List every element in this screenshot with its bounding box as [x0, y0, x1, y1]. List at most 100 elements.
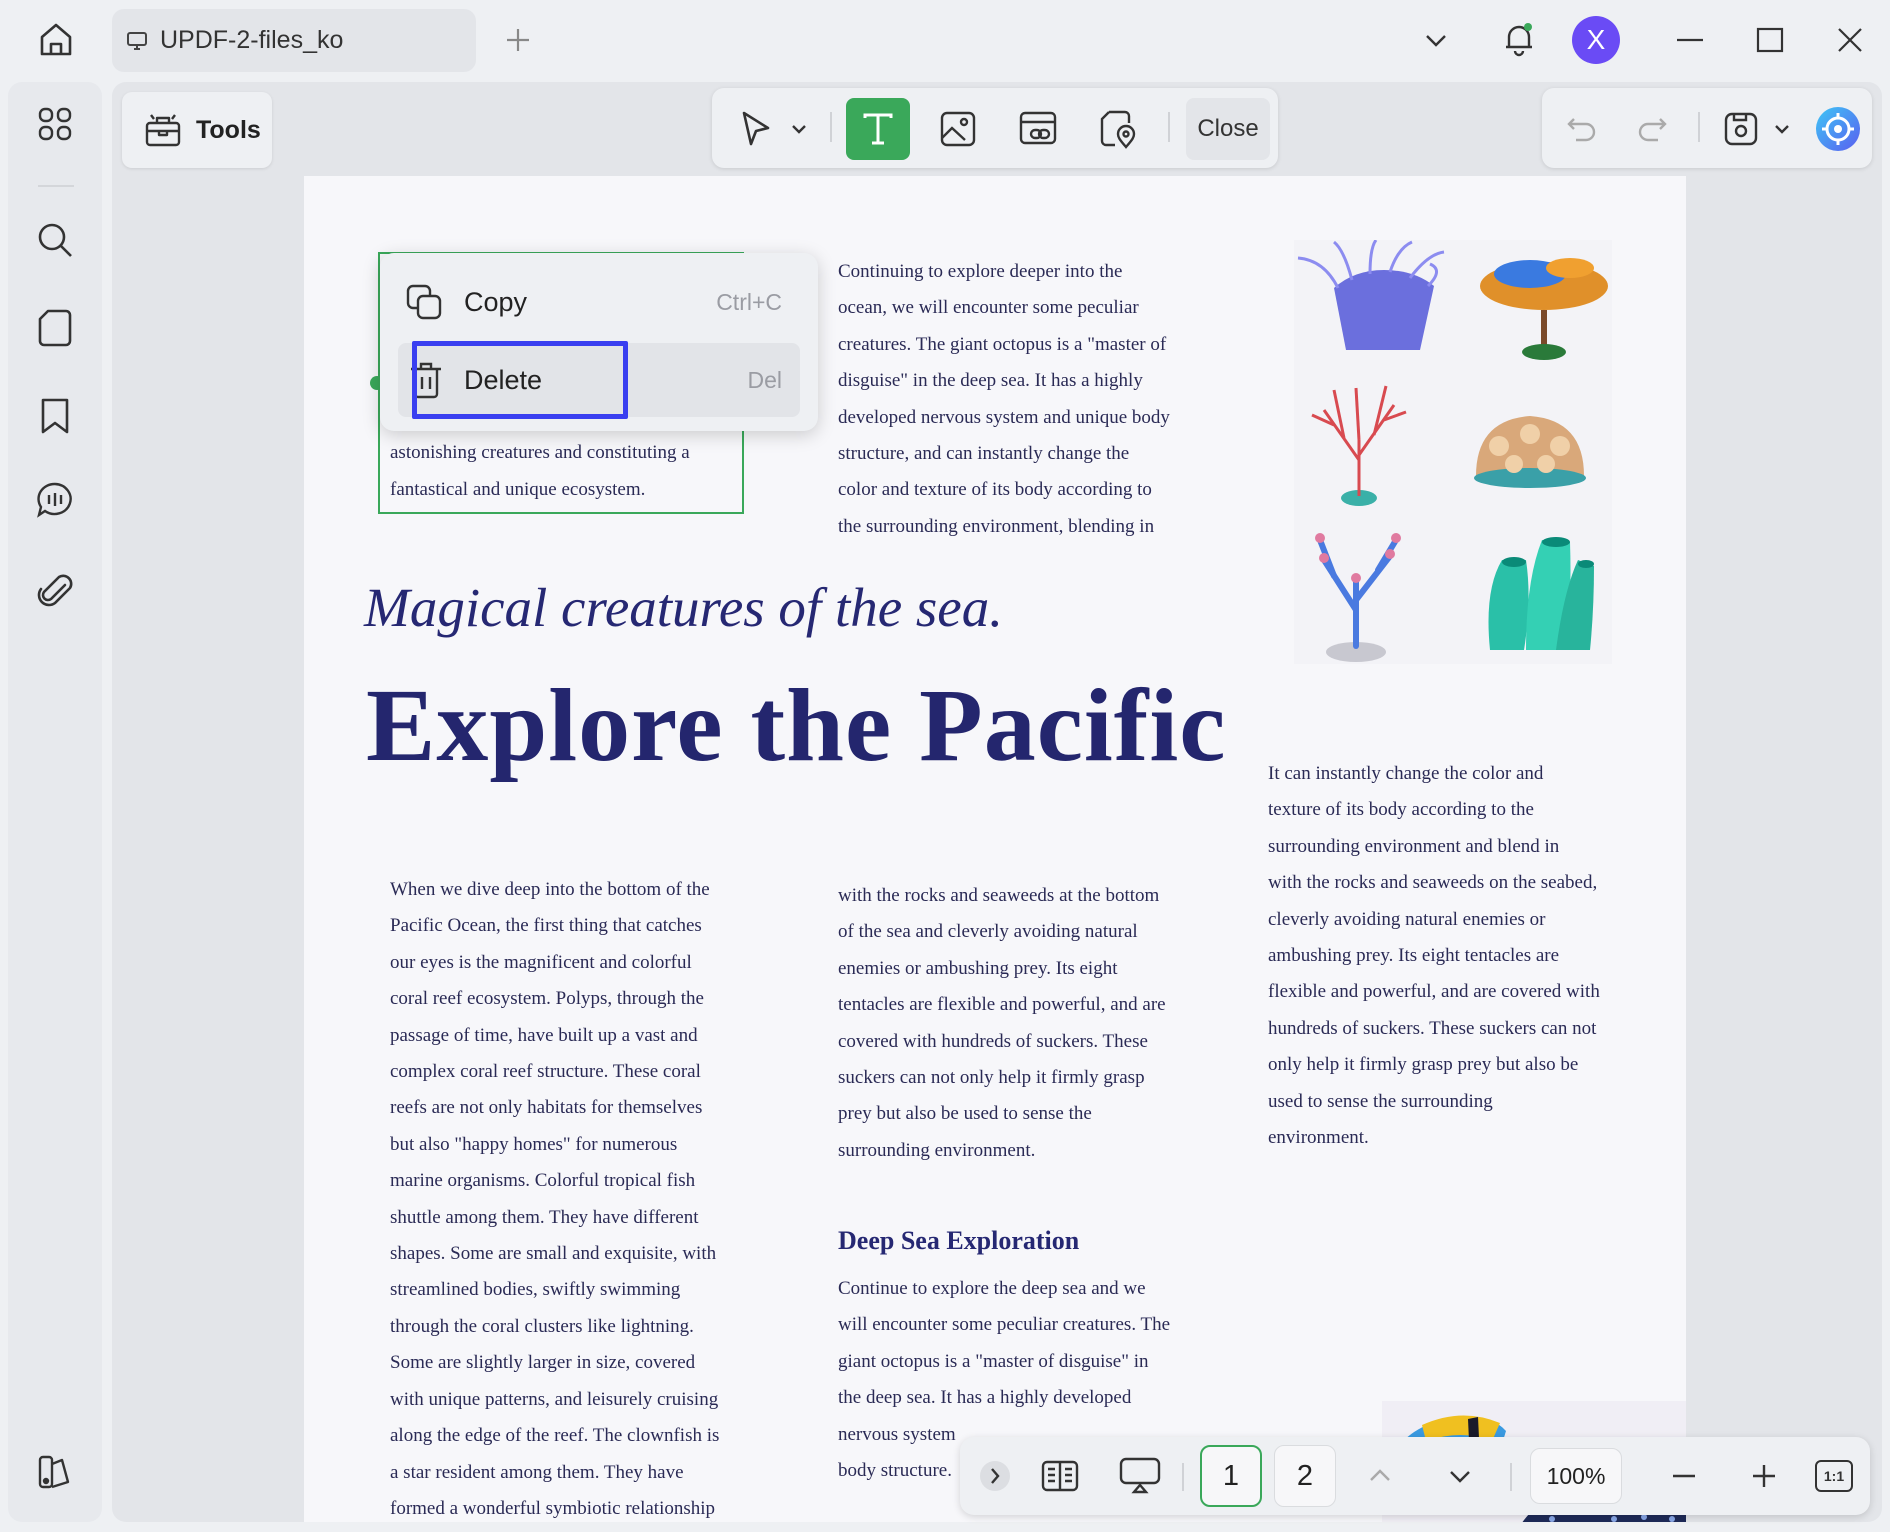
- text-line: It can instantly change the color and: [1268, 763, 1544, 784]
- previous-page-button[interactable]: [1356, 1445, 1404, 1507]
- themes-button[interactable]: [35, 1452, 75, 1492]
- chevron-down-icon: [1775, 125, 1789, 134]
- maximize-button[interactable]: [1750, 20, 1790, 60]
- edit-toolbar: Close: [712, 88, 1278, 168]
- image-tool-button[interactable]: [926, 98, 990, 160]
- redo-button[interactable]: [1622, 98, 1682, 160]
- tools-button[interactable]: Tools: [122, 92, 272, 168]
- save-button[interactable]: [1712, 98, 1802, 160]
- tabs-dropdown-button[interactable]: [1418, 20, 1454, 60]
- comment-icon: [37, 482, 72, 518]
- delete-shortcut: Del: [747, 366, 782, 393]
- headline[interactable]: Explore the Pacific: [366, 666, 1226, 785]
- copy-label: Copy: [464, 286, 528, 317]
- text-line: suckers can not only help it firmly gras…: [838, 1067, 1145, 1089]
- main-area: Tools Close astonishing creatures and co…: [112, 82, 1882, 1522]
- text-line: cleverly avoiding natural enemies or: [1268, 908, 1546, 930]
- actual-size-icon: 1:1: [1815, 1460, 1853, 1492]
- text-line: marine organisms. Colorful tropical fish: [390, 1170, 696, 1192]
- sidebar-divider: [38, 185, 74, 187]
- palette-icon: [38, 1455, 70, 1489]
- actual-size-button[interactable]: 1:1: [1812, 1445, 1856, 1507]
- coral-illustrations: [1294, 240, 1612, 664]
- zoom-in-button[interactable]: [1740, 1445, 1788, 1507]
- paragraph-col2-mid[interactable]: with the rocks and seaweeds at the botto…: [838, 878, 1166, 1169]
- next-page-button[interactable]: [1436, 1445, 1484, 1507]
- text-line: complex coral reef structure. These cora…: [390, 1061, 701, 1083]
- plus-icon: [1753, 1465, 1775, 1487]
- copy-menu-item[interactable]: Copy Ctrl+C: [398, 265, 800, 339]
- zoom-out-button[interactable]: [1660, 1445, 1708, 1507]
- text-line: through the coral clusters like lightnin…: [390, 1315, 694, 1337]
- selected-text-line[interactable]: fantastical and unique ecosystem.: [390, 472, 645, 508]
- zoom-level[interactable]: 100%: [1530, 1448, 1622, 1504]
- right-toolbar: [1542, 88, 1872, 168]
- text-line: Continuing to explore deeper into the: [838, 261, 1123, 282]
- minimize-icon: [1677, 38, 1703, 42]
- save-icon: [1724, 112, 1758, 146]
- paperclip-icon: [37, 574, 73, 607]
- chevron-right-icon: [980, 1461, 1010, 1491]
- search-icon: [38, 223, 72, 257]
- paragraph-col2-top[interactable]: Continuing to explore deeper into the oc…: [838, 254, 1170, 545]
- select-tool-button[interactable]: [726, 98, 820, 160]
- minus-icon: [1673, 1474, 1695, 1478]
- text-line: prey but also be used to sense the: [838, 1103, 1092, 1125]
- link-icon: [1019, 111, 1057, 145]
- text-line: ambushing prey. Its eight tentacles are: [1268, 945, 1560, 967]
- page-icon: [38, 309, 72, 347]
- text-line: When we dive deep into the bottom of the: [390, 879, 710, 900]
- text-line: reefs are not only habitats for themselv…: [390, 1097, 703, 1119]
- notifications-button[interactable]: [1496, 16, 1542, 62]
- close-edit-button[interactable]: Close: [1186, 98, 1270, 160]
- home-button[interactable]: [32, 16, 80, 64]
- collapse-bar-button[interactable]: [978, 1445, 1012, 1507]
- page-navigation-bar: 1 2 100% 1:1: [960, 1437, 1870, 1515]
- text-line: coral reef ecosystem. Polyps, through th…: [390, 988, 704, 1010]
- undo-button[interactable]: [1552, 98, 1612, 160]
- bell-icon: [1506, 23, 1532, 57]
- text-line: Some are slightly larger in size, covere…: [390, 1352, 696, 1374]
- text-line: with unique patterns, and leisurely crui…: [390, 1388, 719, 1410]
- section-title[interactable]: Deep Sea Exploration: [838, 1226, 1079, 1256]
- new-tab-button[interactable]: [498, 20, 538, 60]
- pages-button[interactable]: [35, 308, 75, 348]
- text-line: formed a wonderful symbiotic relationshi…: [390, 1497, 716, 1519]
- bar-separator: [1510, 1463, 1512, 1491]
- bookmarks-button[interactable]: [35, 396, 75, 436]
- text-line: with the rocks and seaweeds on the seabe…: [1268, 872, 1598, 894]
- bar-separator: [1182, 1463, 1184, 1491]
- page-1-button[interactable]: 1: [1200, 1445, 1262, 1507]
- attachments-button[interactable]: [35, 570, 75, 610]
- text-line: only help it firmly grasp prey but also …: [1268, 1054, 1579, 1076]
- text-line: creatures. The giant octopus is a "maste…: [838, 333, 1167, 355]
- ai-assistant-button[interactable]: [1812, 98, 1864, 160]
- page-layout-button[interactable]: [1032, 1445, 1088, 1507]
- stamp-tool-button[interactable]: [1086, 98, 1150, 160]
- text-line: passage of time, have built up a vast an…: [390, 1024, 698, 1046]
- text-edit-tool-button[interactable]: [846, 98, 910, 160]
- document-tab[interactable]: UPDF-2-files_ko: [112, 9, 476, 72]
- text-line: texture of its body according to the: [1268, 799, 1534, 821]
- tab-title: UPDF-2-files_ko: [160, 26, 344, 54]
- copy-icon: [406, 284, 442, 320]
- presentation-button[interactable]: [1110, 1445, 1170, 1507]
- page-2-button[interactable]: 2: [1274, 1445, 1336, 1507]
- minimize-button[interactable]: [1670, 20, 1710, 60]
- paragraph-col3[interactable]: It can instantly change the color and te…: [1268, 756, 1600, 1156]
- plus-icon: [507, 29, 529, 51]
- text-line: the surrounding environment, blending in: [838, 515, 1155, 537]
- user-avatar[interactable]: X: [1572, 16, 1620, 64]
- selected-text-line[interactable]: astonishing creatures and constituting a: [390, 435, 690, 471]
- thumbnails-button[interactable]: [35, 104, 75, 144]
- link-tool-button[interactable]: [1006, 98, 1070, 160]
- close-window-button[interactable]: [1830, 20, 1870, 60]
- search-button[interactable]: [35, 220, 75, 260]
- paragraph-col1[interactable]: When we dive deep into the bottom of the…: [390, 872, 719, 1522]
- comments-button[interactable]: [35, 480, 75, 520]
- text-line: shapes. Some are small and exquisite, wi…: [390, 1243, 717, 1265]
- subheading[interactable]: Magical creatures of the sea.: [364, 576, 1003, 639]
- bookmark-icon: [41, 398, 69, 434]
- text-line: with the rocks and seaweeds at the botto…: [838, 885, 1160, 906]
- text-line: our eyes is the magnificent and colorful: [390, 951, 692, 973]
